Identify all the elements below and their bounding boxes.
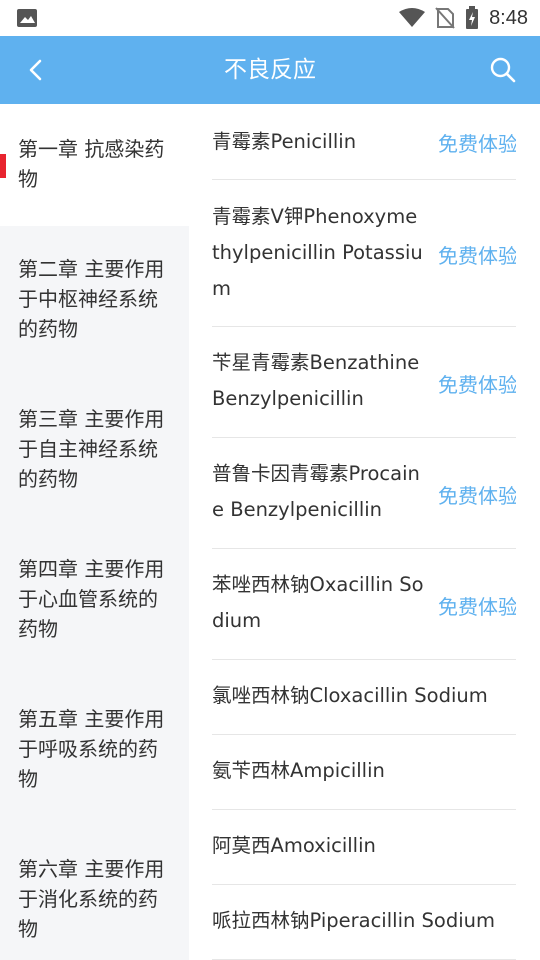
list-item[interactable]: 阿莫西Amoxicillin [212,810,516,885]
drug-name: 哌拉西林钠Piperacillin Sodium [212,909,495,932]
wifi-icon [399,8,426,27]
status-icons: 8:48 [399,0,528,36]
chapter-sidebar: 第一章 抗感染药物 第二章 主要作用于中枢神经系统的药物 第三章 主要作用于自主… [0,104,189,960]
list-item[interactable]: 青霉素V钾Phenoxymethylpenicillin Potassium 免… [212,180,516,327]
status-bar: 8:48 [0,0,540,36]
list-item[interactable]: 氯唑西林钠Cloxacillin Sodium [212,660,516,735]
battery-charging-icon [466,6,479,29]
free-trial-button[interactable]: 免费体验 [438,591,516,620]
drug-name: 青霉素V钾Phenoxymethylpenicillin Potassium [212,205,423,300]
drug-name: 氨苄西林Ampicillin [212,759,385,782]
chapter-label: 第三章 主要作用于自主神经系统的药物 [18,407,165,491]
drug-name: 普鲁卡因青霉素Procaine Benzylpenicillin [212,462,420,521]
list-item[interactable]: 苄星青霉素Benzathine Benzylpenicillin 免费体验 [212,327,516,438]
drug-name: 苯唑西林钠Oxacillin Sodium [212,573,424,632]
list-item[interactable]: 苯唑西林钠Oxacillin Sodium 免费体验 [212,549,516,660]
no-sim-icon [435,7,455,29]
chapter-label: 第五章 主要作用于呼吸系统的药物 [18,707,165,791]
chapter-item-5[interactable]: 第五章 主要作用于呼吸系统的药物 [0,704,189,794]
chapter-label: 第四章 主要作用于心血管系统的药物 [18,557,165,641]
drug-list: 青霉素Penicillin 免费体验 青霉素V钾Phenoxymethylpen… [212,104,516,960]
chapter-item-1[interactable]: 第一章 抗感染药物 [0,104,189,226]
free-trial-button[interactable]: 免费体验 [438,128,516,157]
chapter-label: 第二章 主要作用于中枢神经系统的药物 [18,257,165,341]
list-item[interactable]: 氨苄西林Ampicillin [212,735,516,810]
chapter-item-4[interactable]: 第四章 主要作用于心血管系统的药物 [0,554,189,644]
list-item[interactable]: 哌拉西林钠Piperacillin Sodium [212,885,516,960]
drug-name: 阿莫西Amoxicillin [212,834,376,857]
clock: 8:48 [489,6,528,29]
chapter-item-2[interactable]: 第二章 主要作用于中枢神经系统的药物 [0,254,189,344]
gallery-icon [17,9,37,27]
drug-name: 青霉素Penicillin [212,130,357,153]
drug-name: 苄星青霉素Benzathine Benzylpenicillin [212,351,420,410]
active-marker [0,154,6,178]
chapter-item-6[interactable]: 第六章 主要作用于消化系统的药物 [0,854,189,944]
app-header: 不良反应 [0,36,540,104]
chapter-label: 第六章 主要作用于消化系统的药物 [18,857,165,941]
search-icon [490,57,516,83]
drug-name: 氯唑西林钠Cloxacillin Sodium [212,684,488,707]
free-trial-button[interactable]: 免费体验 [438,480,516,509]
free-trial-button[interactable]: 免费体验 [438,369,516,398]
chapter-item-3[interactable]: 第三章 主要作用于自主神经系统的药物 [0,404,189,494]
chapter-label: 第一章 抗感染药物 [18,137,165,191]
page-title: 不良反应 [224,57,316,83]
list-item[interactable]: 青霉素Penicillin 免费体验 [212,104,516,180]
list-item[interactable]: 普鲁卡因青霉素Procaine Benzylpenicillin 免费体验 [212,438,516,549]
search-button[interactable] [486,53,520,87]
free-trial-button[interactable]: 免费体验 [438,240,516,269]
